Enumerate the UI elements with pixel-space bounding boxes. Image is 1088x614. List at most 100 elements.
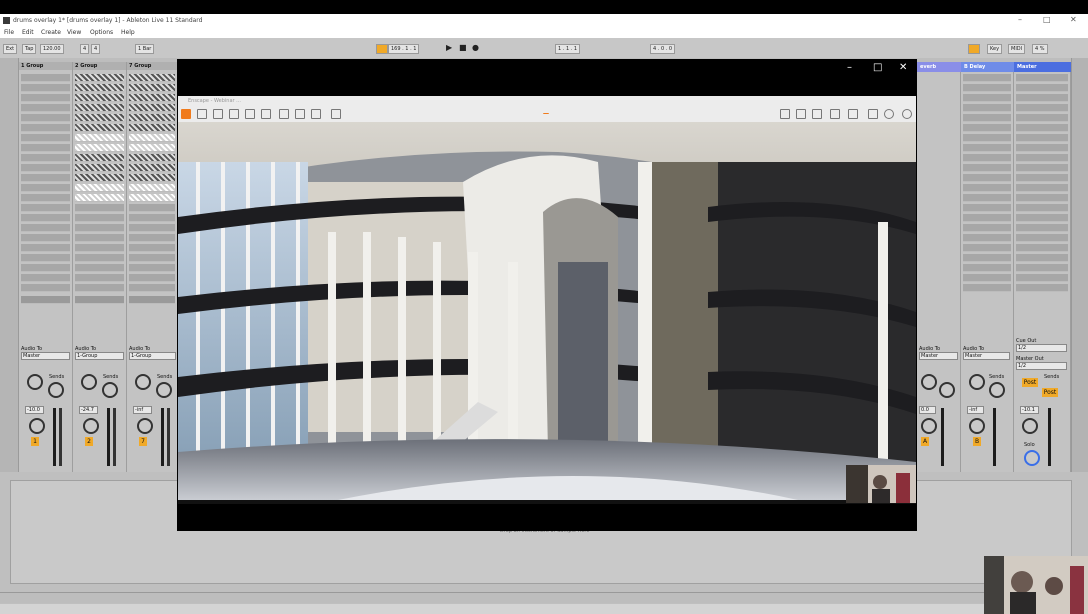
menu-help[interactable]: Help [121, 29, 135, 36]
clip-slot[interactable] [963, 74, 1011, 82]
scene-launch[interactable] [1016, 124, 1068, 132]
clip-slot[interactable] [75, 74, 124, 82]
clip-slot[interactable] [75, 264, 124, 272]
clip-slot[interactable] [963, 224, 1011, 232]
track-activator[interactable]: 7 [139, 437, 147, 446]
collapse-icon[interactable] [543, 113, 549, 116]
clip-slot[interactable] [129, 194, 175, 202]
stop-clips-slot[interactable] [21, 296, 70, 304]
track-activator[interactable]: A [921, 437, 929, 446]
menu-create[interactable]: Create [41, 29, 61, 36]
volume-field[interactable]: -inf [967, 406, 984, 414]
send-b-knob[interactable] [48, 382, 64, 398]
clip-slot[interactable] [75, 284, 124, 292]
clip-slot[interactable] [75, 134, 124, 142]
viewer-close-icon[interactable]: ✕ [899, 62, 907, 73]
cube-icon[interactable] [812, 109, 822, 119]
clip-slot[interactable] [129, 164, 175, 172]
pan-knob[interactable] [969, 418, 985, 434]
box-icon[interactable] [261, 109, 271, 119]
clip-slot[interactable] [129, 154, 175, 162]
scene-launch[interactable] [1016, 194, 1068, 202]
volume-fader[interactable] [113, 408, 116, 466]
clip-slot[interactable] [21, 254, 70, 262]
clip-slot[interactable] [129, 274, 175, 282]
audio-to-select[interactable]: 1-Group [129, 352, 176, 360]
clip-slot[interactable] [75, 204, 124, 212]
clip-slot[interactable] [21, 224, 70, 232]
clip-slot[interactable] [129, 144, 175, 152]
solo-label[interactable]: Solo [1024, 442, 1035, 448]
scene-launch[interactable] [1016, 84, 1068, 92]
clip-slot[interactable] [21, 124, 70, 132]
scene-launch[interactable] [1016, 224, 1068, 232]
delay-track-title[interactable]: B Delay [961, 62, 1016, 72]
volume-field[interactable]: -24.7 [79, 406, 98, 414]
clip-slot[interactable] [75, 174, 124, 182]
pan-knob[interactable] [29, 418, 45, 434]
send-a-knob[interactable] [135, 374, 151, 390]
cue-volume-knob[interactable] [1024, 450, 1040, 466]
clip-slot[interactable] [21, 164, 70, 172]
help-icon[interactable] [902, 109, 912, 119]
clip-slot[interactable] [129, 114, 175, 122]
clip-slot[interactable] [963, 184, 1011, 192]
clip-slot[interactable] [129, 124, 175, 132]
clip-slot[interactable] [75, 164, 124, 172]
menu-edit[interactable]: Edit [22, 29, 34, 36]
pan-knob[interactable] [921, 418, 937, 434]
draw-mode-toggle[interactable] [968, 44, 980, 54]
track-title[interactable]: 7 Group [127, 62, 177, 70]
track-activator[interactable]: B [973, 437, 981, 446]
track-activator[interactable]: 1 [31, 437, 39, 446]
audio-to-select[interactable]: Master [963, 352, 1010, 360]
clip-slot[interactable] [963, 234, 1011, 242]
clip-slot[interactable] [129, 94, 175, 102]
master-out-select[interactable]: 1/2 [1016, 362, 1067, 370]
clip-slot[interactable] [129, 224, 175, 232]
camera-icon[interactable] [848, 109, 858, 119]
send-b-knob[interactable] [156, 382, 172, 398]
scene-launch[interactable] [1016, 174, 1068, 182]
clip-slot[interactable] [963, 204, 1011, 212]
clip-slot[interactable] [963, 254, 1011, 262]
clip-slot[interactable] [129, 174, 175, 182]
track-1-group[interactable]: 1 Group Audio To Master Sends -10.0 1 [19, 62, 73, 472]
clip-slot[interactable] [963, 274, 1011, 282]
clip-slot[interactable] [75, 184, 124, 192]
clip-slot[interactable] [21, 174, 70, 182]
menu-view[interactable]: View [67, 29, 81, 36]
minimize-icon[interactable]: – [1018, 15, 1022, 24]
enscape-logo-icon[interactable] [181, 109, 191, 119]
scene-launch[interactable] [1016, 104, 1068, 112]
clip-slot[interactable] [963, 194, 1011, 202]
clip-slot[interactable] [963, 284, 1011, 292]
track-title[interactable]: 1 Group [19, 62, 72, 70]
clip-slot[interactable] [963, 134, 1011, 142]
volume-field[interactable]: -10.1 [1020, 406, 1039, 414]
export-icon[interactable] [331, 109, 341, 119]
tempo-field[interactable]: 120.00 [40, 44, 64, 54]
clip-slot[interactable] [75, 84, 124, 92]
key-map-button[interactable]: Key [987, 44, 1003, 54]
track-activator[interactable]: 2 [85, 437, 93, 446]
signature-denominator[interactable]: 4 [91, 44, 101, 54]
scene-launch[interactable] [1016, 144, 1068, 152]
clip-slot[interactable] [21, 264, 70, 272]
clip-slot[interactable] [129, 234, 175, 242]
gear-icon[interactable] [245, 109, 255, 119]
scene-launch[interactable] [1016, 234, 1068, 242]
volume-fader[interactable] [59, 408, 62, 466]
master-track-title[interactable]: Master [1014, 62, 1073, 72]
send-a-knob[interactable] [921, 374, 937, 390]
loop-length-field[interactable]: 4 . 0 . 0 [650, 44, 676, 54]
clip-slot[interactable] [75, 214, 124, 222]
clip-slot[interactable] [963, 84, 1011, 92]
clip-slot[interactable] [129, 184, 175, 192]
volume-field[interactable]: -inf [133, 406, 152, 414]
signature-numerator[interactable]: 4 [80, 44, 90, 54]
track-2-group[interactable]: 2 Group Audio To 1-Group Sends -24.7 2 [73, 62, 127, 472]
clip-slot[interactable] [21, 94, 70, 102]
clip-slot[interactable] [21, 274, 70, 282]
clip-slot[interactable] [129, 84, 175, 92]
